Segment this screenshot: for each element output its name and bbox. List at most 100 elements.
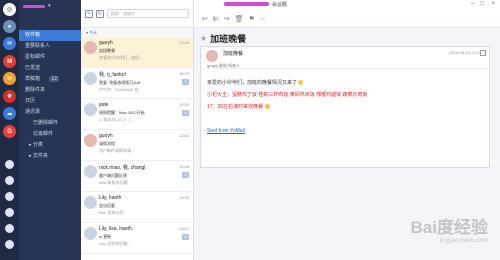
sidebar-footer [19, 248, 81, 260]
message-time: 17:14 [178, 40, 189, 45]
avatar [84, 196, 97, 209]
message-item[interactable]: nick.miao, 我, zhangl 11:06 客户端问题反馈 Mac 新… [81, 161, 193, 192]
smile-emoji-icon [298, 80, 304, 86]
message-actions: ↩ ⇇ ↪ 🗑 ⚑ ⋯ [194, 10, 500, 28]
folder-trash[interactable]: 已删除邮件 [19, 118, 81, 129]
thread-count-badge: 2 [182, 234, 189, 240]
compose-icon[interactable]: ✎ [85, 9, 93, 18]
avatar [84, 227, 97, 240]
message-date: 2016-09-13 17:14 [449, 50, 481, 55]
smile-emoji-icon [264, 104, 270, 110]
reply-all-icon[interactable]: ⇇ [213, 15, 219, 23]
folder-drafts[interactable]: 草稿箱 12 [19, 74, 81, 85]
message-from: Lily, haoth [99, 195, 122, 201]
message-subject: 会议纪要 [99, 203, 115, 208]
netease-account-icon[interactable]: ✉ [3, 72, 16, 85]
message-item[interactable]: jade 12:22 周报提醒：Mac 0912开始 1, 版本号0.0.17 … [81, 99, 193, 130]
message-card: 加班晚餐 2016-09-13 17:14 guoyh 发给 所有人 + 亲爱的… [200, 46, 490, 168]
folder-important-contacts[interactable]: 重要联系人 [19, 41, 81, 52]
notes-icon[interactable] [5, 192, 14, 201]
folder-folders[interactable]: ▸ 文件夹 [19, 151, 81, 162]
message-from: Lily, lisa, haoth, [99, 226, 134, 232]
chat-icon[interactable] [5, 160, 14, 169]
message-time: 10:01 [178, 226, 189, 231]
star-icon[interactable]: ★ [200, 34, 207, 43]
refresh-icon[interactable]: ↻ [96, 9, 104, 18]
folder-calendar[interactable]: 日历 [19, 96, 81, 107]
message-time: 11:06 [179, 164, 189, 169]
avatar [84, 165, 97, 178]
message-item[interactable]: guoyh 17:14 加班晚餐 亲爱的小伙伴们，加班... [81, 37, 193, 68]
reading-pane: 会议概 – □ × ↩ ⇇ ↪ 🗑 ⚑ ⋯ ★ 加班晚餐 加班晚餐 2016-0… [194, 0, 500, 260]
message-item[interactable]: Lily, haoth 10:30 会议纪要 Mac 发布计划 [81, 192, 193, 223]
folder-contacts[interactable]: 通讯录 [19, 107, 81, 118]
message-subject: 加班晚餐 [99, 48, 115, 53]
message-body: 亲爱的小伙伴们，加班的晚餐情况又来了 小杞大王：蛋糕鸡丁饭 桂莉三杯鸡饭 黄焖鸡… [201, 69, 489, 140]
message-time: 10:30 [178, 195, 189, 200]
folder-junk[interactable]: 垃圾邮件 [19, 129, 81, 140]
message-preview: Mac 新版本问题 [99, 180, 128, 185]
subject-row: ★ 加班晚餐 [200, 32, 246, 45]
body-greeting: 亲爱的小伙伴们，加班的晚餐情况又来了 [207, 79, 483, 86]
more-icon[interactable]: ⋯ [260, 15, 267, 23]
body-time-note: 17：30左右准时来收晚餐 [207, 103, 483, 110]
message-preview: 用户邮件请假申请... [99, 148, 135, 153]
minimize-icon[interactable]: – [471, 1, 474, 7]
search-input[interactable]: 搜索：关键字 [107, 9, 189, 18]
maximize-icon[interactable]: □ [480, 1, 484, 7]
title-redacted [224, 2, 269, 6]
message-from: jade [99, 102, 109, 108]
expand-icon[interactable]: + [480, 50, 486, 56]
message-from: 我, rj_fankol [99, 72, 126, 78]
sender-avatar [206, 50, 218, 62]
reply-icon[interactable]: ↩ [202, 15, 208, 23]
flag-icon[interactable]: ⚑ [249, 15, 255, 23]
message-time: 12:22 [178, 102, 189, 107]
outlook-account-icon[interactable]: ☁ [3, 107, 16, 120]
time-note-text: 17：30左右准时来收晚餐 [207, 104, 264, 110]
account-name-redacted [23, 4, 45, 8]
message-item[interactable]: Lily, lisa, haoth, 10:01 ui 更新 mac 同步的功能… [81, 223, 193, 254]
message-subject: 周报提醒：Mac 0912开始 [99, 110, 145, 115]
mail-account-icon[interactable]: ✉ [3, 37, 16, 50]
help-icon[interactable] [5, 240, 14, 249]
close-icon[interactable]: × [491, 1, 495, 7]
yeah-account-icon[interactable]: ❋ [3, 90, 16, 103]
gmail-account-icon[interactable]: M [3, 55, 16, 68]
message-item[interactable]: 我, rj_fankol 16:13 答复: 答复修改版万JUE 中午你：Sun… [81, 68, 193, 99]
message-subject: 答复: 答复修改版万JUE [99, 80, 141, 85]
avatar [84, 72, 97, 85]
categories-label: 分类 [32, 142, 43, 148]
chevron-down-icon[interactable]: ▾ [48, 3, 51, 9]
folder-drafts-label: 草稿箱 [25, 76, 41, 82]
folders-label: 文件夹 [32, 153, 48, 159]
delete-icon[interactable]: 🗑 [235, 15, 244, 23]
group-label: 今天 [89, 30, 98, 35]
watermark-url: jingyan.baidu.com [439, 238, 488, 244]
message-from: guoyh [99, 133, 113, 139]
message-time: 16:13 [178, 71, 189, 76]
message-subject: 客户端问题反馈 [99, 173, 127, 178]
folder-categories[interactable]: ▸ 分类 [19, 140, 81, 151]
folder-deleted[interactable]: 删除件夹 [19, 85, 81, 96]
forward-icon[interactable]: ↪ [224, 15, 230, 23]
message-time: 12:02 [178, 133, 189, 138]
thread-count-badge: 3 [182, 172, 189, 178]
account-avatar-icon[interactable]: ● [3, 20, 16, 33]
folder-sent[interactable]: 已发送 [19, 63, 81, 74]
group-header-today: ▾ 今天 [81, 28, 193, 37]
account-header[interactable]: ▾ [19, 0, 81, 30]
message-preview: mac 同步的功能... [99, 241, 132, 246]
message-subject-title: 加班晚餐 [210, 34, 247, 44]
message-subject: 请假流程 [99, 141, 115, 146]
contacts-icon[interactable] [5, 176, 14, 185]
message-list: ✎ ↻ 搜索：关键字 ▾ 今天 guoyh 17:14 加班晚餐 亲爱的小伙伴们… [81, 0, 194, 260]
folder-starred[interactable]: 星标邮件 [19, 52, 81, 63]
stats-icon[interactable] [5, 224, 14, 233]
signature-link[interactable]: Sent from YoMail [207, 128, 245, 134]
google-account-icon[interactable]: G [3, 125, 16, 138]
message-header: 加班晚餐 2016-09-13 17:14 guoyh 发给 所有人 + [201, 47, 489, 69]
message-item[interactable]: guoyh 12:02 请假流程 用户邮件请假申请... [81, 130, 193, 161]
folder-inbox[interactable]: 收件箱 [19, 30, 81, 41]
settings-icon[interactable] [5, 208, 14, 217]
